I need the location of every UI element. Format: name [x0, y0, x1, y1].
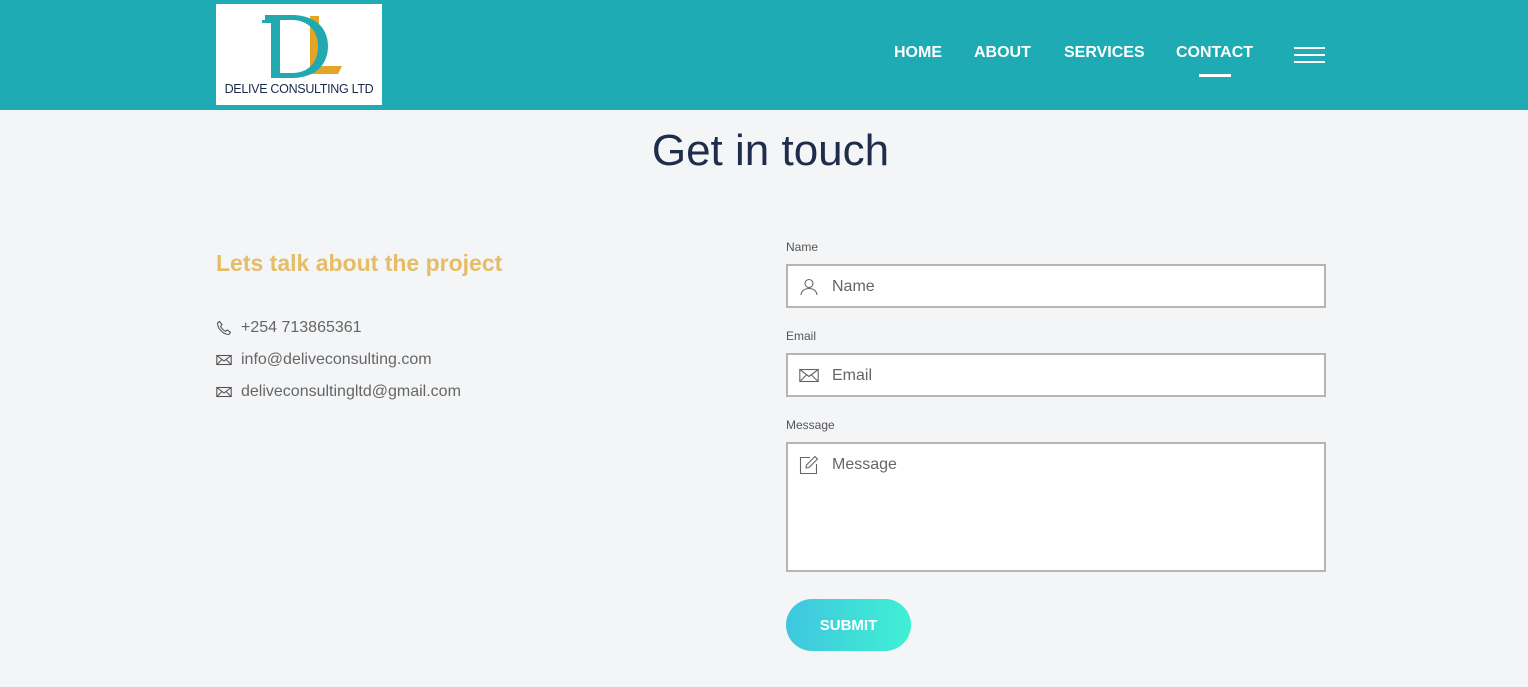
email-label: Email — [786, 329, 817, 343]
page-title: Get in touch — [651, 126, 890, 175]
envelope-icon — [216, 354, 232, 366]
email-input-placeholder: Email — [832, 367, 873, 384]
message-label: Message — [786, 418, 835, 432]
email-address: deliveconsultingltd@gmail.com — [241, 383, 461, 400]
logo-text: DELIVE CONSULTING LTD — [224, 82, 374, 96]
section-subtitle: Lets talk about the project — [216, 250, 503, 276]
name-field[interactable]: Name — [786, 264, 1326, 308]
nav-contact[interactable]: CONTACT — [1176, 44, 1253, 62]
nav-about[interactable]: ABOUT — [974, 44, 1031, 62]
name-label: Name — [786, 240, 819, 254]
message-field[interactable]: Message — [786, 442, 1326, 572]
active-nav-indicator — [1199, 74, 1231, 77]
submit-button[interactable]: SUBMIT — [786, 599, 911, 651]
envelope-icon — [799, 368, 819, 383]
hamburger-menu-icon[interactable] — [1294, 47, 1325, 64]
user-icon — [800, 278, 818, 296]
name-input-placeholder: Name — [832, 278, 875, 295]
email-address: info@deliveconsulting.com — [241, 351, 432, 368]
edit-icon — [799, 455, 819, 475]
site-header: DELIVE CONSULTING LTD HOME ABOUT SERVICE… — [0, 0, 1528, 110]
envelope-icon — [216, 386, 232, 398]
message-input-placeholder: Message — [832, 456, 897, 473]
nav-home[interactable]: HOME — [894, 44, 942, 62]
phone-number: +254 713865361 — [241, 319, 362, 336]
phone-icon — [216, 320, 232, 336]
email-field[interactable]: Email — [786, 353, 1326, 397]
nav-services[interactable]: SERVICES — [1064, 44, 1145, 62]
